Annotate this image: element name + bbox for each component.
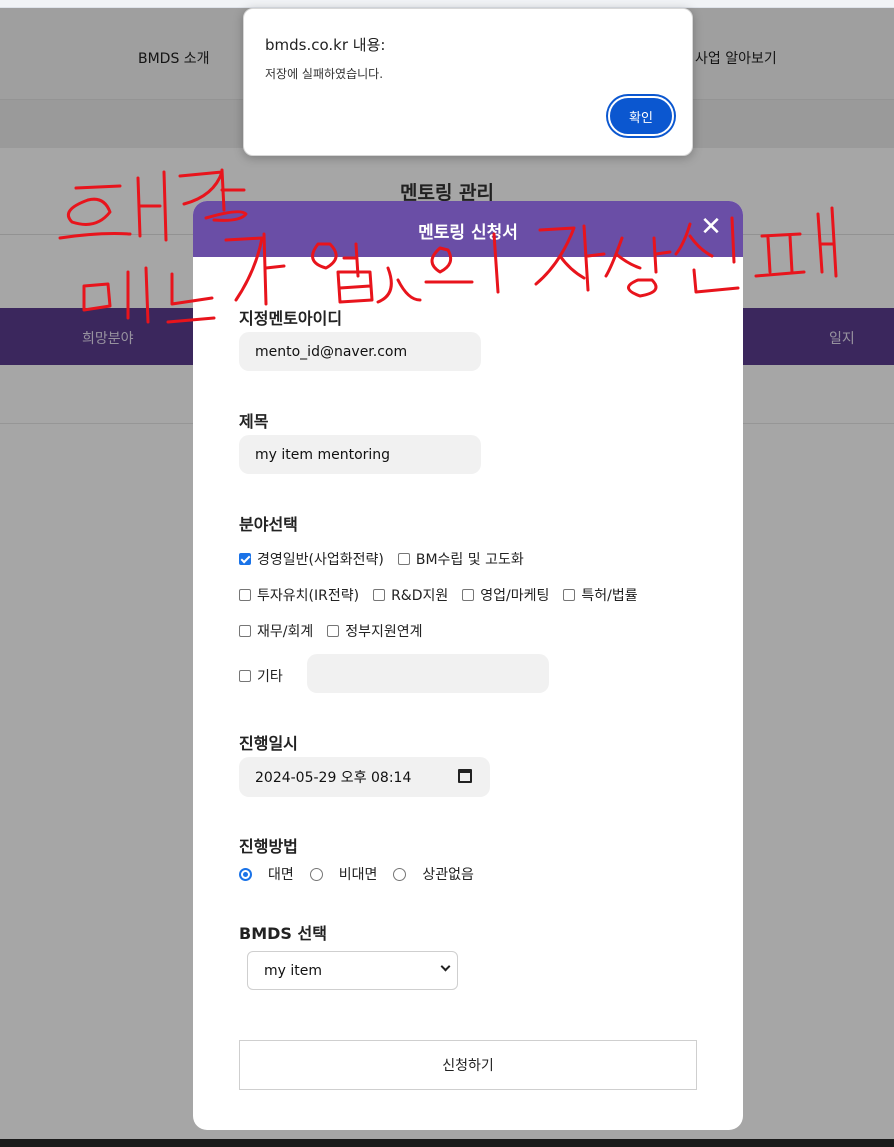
field-checkbox-row: 기타 [239,666,297,686]
field-checkbox-patent[interactable]: 특허/법률 [563,585,638,605]
field-select-label: 분야선택 [239,515,298,534]
subject-label: 제목 [239,412,269,431]
taskbar-strip [0,1139,894,1147]
field-checkbox-investment[interactable]: 투자유치(IR전략) [239,585,359,605]
radio-button[interactable] [239,867,252,881]
method-label: 진행방법 [239,837,298,856]
chevron-down-icon [440,961,451,972]
checkbox[interactable] [397,553,410,565]
checkbox[interactable] [239,670,251,682]
bmds-label: BMDS 선택 [239,924,327,943]
checkbox[interactable] [239,553,251,565]
bmds-select[interactable]: my item [247,951,458,990]
calendar-icon[interactable] [458,769,472,783]
alert-message: 저장에 실패하였습니다. [265,67,384,81]
field-checkbox-bm[interactable]: BM수립 및 고도화 [397,549,524,569]
field-checkbox-rnd[interactable]: R&D지원 [373,585,448,605]
mentoring-application-modal: 멘토링 신청서 ✕ 지정멘토아이디 제목 분야선택 경영일반(사업화전략) BM… [193,201,743,1130]
close-icon[interactable]: ✕ [697,213,725,241]
field-checkbox-row: 경영일반(사업화전략) BM수립 및 고도화 [239,549,538,569]
checkbox[interactable] [239,589,251,601]
field-checkbox-finance[interactable]: 재무/회계 [239,621,313,641]
radio-button[interactable] [393,867,407,881]
alert-dialog: bmds.co.kr 내용: 저장에 실패하였습니다. 확인 [243,8,693,156]
mentor-id-label: 지정멘토아이디 [239,309,343,328]
checkbox[interactable] [239,625,251,637]
browser-top-strip [0,0,894,8]
mentor-id-input[interactable] [239,332,481,371]
radio-button[interactable] [309,867,323,881]
bmds-select-value: my item [264,962,323,979]
method-radio-in-person[interactable]: 대면 [239,864,294,884]
checkbox[interactable] [462,589,475,601]
alert-ok-button[interactable]: 확인 [608,96,674,136]
field-checkbox-row: 재무/회계 정부지원연계 [239,621,437,641]
modal-title: 멘토링 신청서 [418,223,518,243]
datetime-label: 진행일시 [239,734,298,753]
alert-title: bmds.co.kr 내용: [265,36,386,54]
checkbox[interactable] [373,589,386,601]
method-radio-any[interactable]: 상관없음 [393,864,474,884]
checkbox[interactable] [327,625,340,637]
field-checkbox-management[interactable]: 경영일반(사업화전략) [239,549,384,569]
datetime-value: 2024-05-29 오후 08:14 [255,770,412,786]
method-radio-group: 대면 비대면 상관없음 [239,864,490,884]
field-checkbox-row: 투자유치(IR전략) R&D지원 영업/마케팅 특허/법률 [239,585,652,605]
checkbox[interactable] [563,589,576,601]
field-checkbox-gov-support[interactable]: 정부지원연계 [327,621,423,641]
submit-button[interactable]: 신청하기 [239,1040,697,1090]
modal-header: 멘토링 신청서 ✕ [193,201,743,257]
field-checkbox-etc[interactable]: 기타 [239,666,283,686]
datetime-input[interactable]: 2024-05-29 오후 08:14 [239,757,490,797]
field-checkbox-marketing[interactable]: 영업/마케팅 [462,585,549,605]
subject-input[interactable] [239,435,481,474]
etc-input[interactable] [307,654,549,693]
method-radio-remote[interactable]: 비대면 [309,864,377,884]
